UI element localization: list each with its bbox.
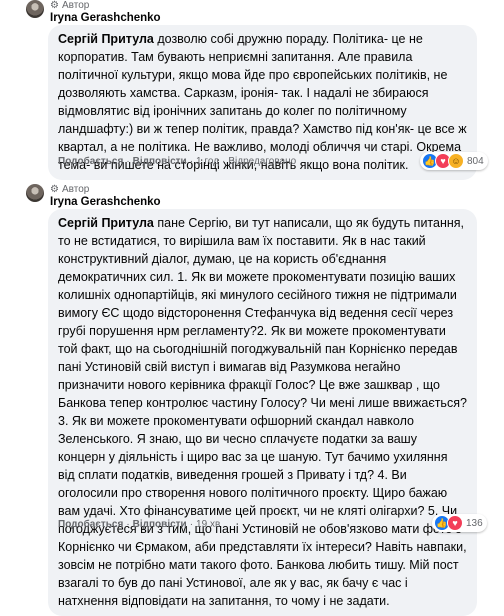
comment-actions: Подобається · Відповісти · 19 хв — [58, 519, 221, 530]
author-badge: ⚙ Автор — [50, 0, 89, 11]
mention-link[interactable]: Сергій Притула — [58, 216, 154, 230]
reaction-summary[interactable]: 👍 ♥ 136 — [432, 514, 487, 532]
haha-icon: ☺ — [448, 153, 464, 169]
mention-link[interactable]: Сергій Притула — [58, 32, 154, 46]
gear-icon: ⚙ — [50, 184, 59, 195]
like-button[interactable]: Подобається — [58, 156, 123, 167]
comment-bubble: Сергій Притула пане Сергію, ви тут напис… — [48, 209, 477, 616]
comment-actions: Подобається · Відповісти · 1 год · Відредагова… — [58, 156, 297, 167]
reply-button[interactable]: Відповісти — [133, 156, 187, 167]
comment-text: пане Сергію, ви тут написали, що як буду… — [58, 216, 467, 608]
comment-text: дозволю собі дружню пораду. Політика- це… — [58, 32, 467, 172]
author-badge-label: Автор — [61, 184, 90, 195]
timestamp[interactable]: 1 год — [196, 156, 219, 167]
like-button[interactable]: Подобається — [58, 519, 123, 530]
reply-button[interactable]: Відповісти — [133, 519, 187, 530]
avatar[interactable] — [26, 0, 44, 18]
reaction-summary[interactable]: 👍 ♥ ☺ 804 — [420, 152, 488, 170]
comment-1: ⚙ Автор Iryna Gerashchenko Сергій Притула… — [0, 0, 504, 180]
reaction-count: 804 — [467, 155, 484, 167]
reaction-count: 136 — [466, 517, 483, 529]
avatar[interactable] — [26, 184, 44, 202]
author-badge: ⚙ Автор — [50, 184, 89, 195]
edited-label: Відредаговано — [228, 156, 297, 167]
love-icon: ♥ — [447, 515, 463, 531]
author-name[interactable]: Iryna Gerashchenko — [50, 196, 161, 208]
gear-icon: ⚙ — [50, 0, 59, 11]
comment-2: ⚙ Автор Iryna Gerashchenko Сергій Притула… — [0, 180, 504, 616]
timestamp[interactable]: 19 хв — [196, 519, 220, 530]
author-badge-label: Автор — [61, 0, 90, 11]
author-name[interactable]: Iryna Gerashchenko — [50, 12, 161, 24]
